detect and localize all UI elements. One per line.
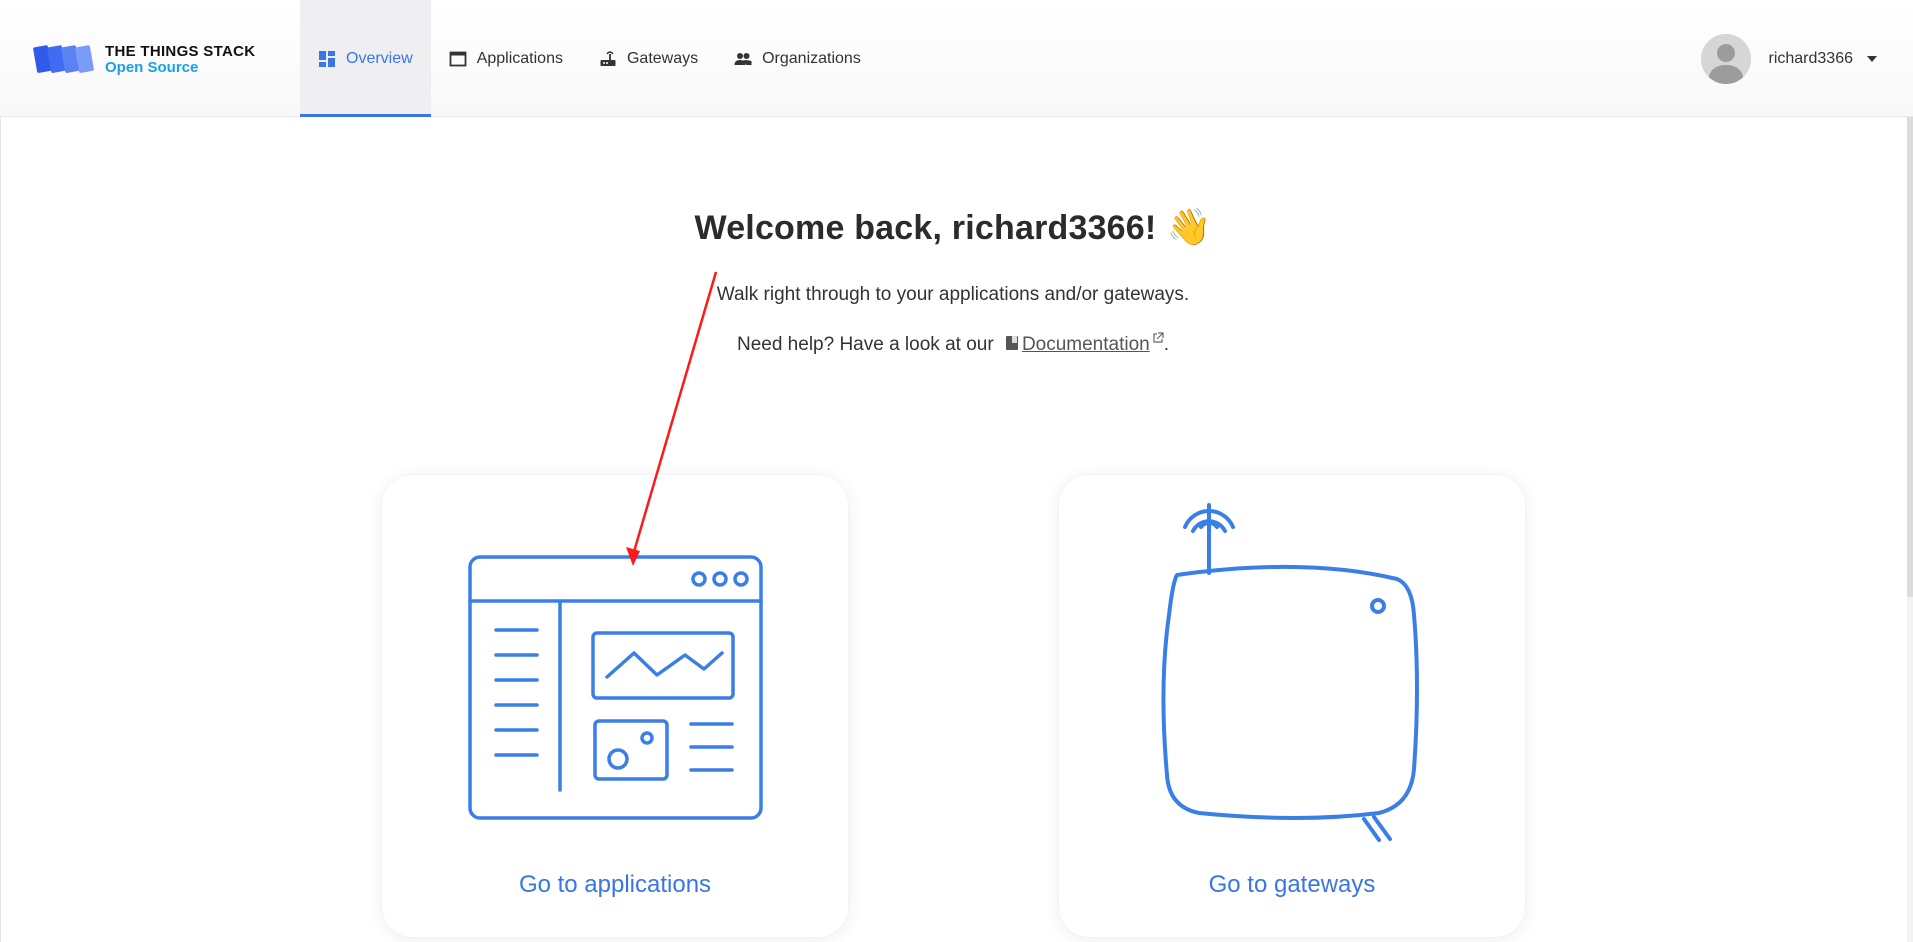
applications-card[interactable]: Go to applications <box>382 475 848 937</box>
nav-applications[interactable]: Applications <box>431 0 581 117</box>
external-link-icon <box>1153 332 1164 343</box>
documentation-link[interactable]: Documentation <box>1022 334 1150 355</box>
help-suffix: . <box>1163 334 1170 355</box>
application-window-icon <box>468 555 763 820</box>
user-name: richard3366 <box>1768 50 1854 67</box>
welcome-title: Welcome back, richard3366! <box>694 209 1157 247</box>
router-icon <box>600 50 616 66</box>
help-prefix: Need help? Have a look at our <box>736 334 994 355</box>
things-stack-logo-icon <box>33 45 94 73</box>
help-text: Need help? Have a look at our Documentat… <box>0 332 1906 356</box>
book-icon <box>1005 336 1018 350</box>
nav-organizations-label: Organizations <box>762 49 861 67</box>
gateway-device-icon <box>1161 503 1419 842</box>
brand-title: THE THINGS STACK <box>105 43 256 60</box>
red-arrow-annotation <box>626 271 718 566</box>
page-title: Welcome back, richard3366! 👋 <box>0 206 1906 248</box>
brand-logo[interactable]: THE THINGS STACK Open Source <box>33 40 263 80</box>
brand-subtitle: Open Source <box>105 59 199 76</box>
welcome-subtitle: Walk right through to your applications … <box>716 284 1190 305</box>
main-nav: Overview Applications Gateways Organizat… <box>300 0 879 117</box>
waving-hand-icon: 👋 <box>1166 206 1212 247</box>
page-left-border <box>0 0 1 942</box>
nav-gateways[interactable]: Gateways <box>581 0 716 117</box>
nav-gateways-label: Gateways <box>626 49 699 67</box>
welcome-section: Welcome back, richard3366! 👋 <box>0 206 1906 248</box>
nav-overview-label: Overview <box>346 49 413 67</box>
go-to-applications-link[interactable]: Go to applications <box>382 871 848 899</box>
person-avatar-icon <box>1700 34 1751 84</box>
scrollbar-thumb[interactable] <box>1907 117 1913 597</box>
gateways-card[interactable]: Go to gateways <box>1059 475 1525 937</box>
top-header: THE THINGS STACK Open Source Overview Ap… <box>0 0 1913 117</box>
people-icon <box>734 52 752 65</box>
nav-organizations[interactable]: Organizations <box>716 0 879 117</box>
window-icon <box>449 51 467 66</box>
nav-applications-label: Applications <box>476 49 563 67</box>
chevron-down-icon <box>1867 56 1877 62</box>
dashboard-icon <box>319 50 335 67</box>
go-to-gateways-link[interactable]: Go to gateways <box>1059 871 1525 899</box>
nav-overview[interactable]: Overview <box>300 0 431 117</box>
console-page: THE THINGS STACK Open Source Overview Ap… <box>0 0 1913 942</box>
user-menu[interactable]: richard3366 <box>1700 34 1877 84</box>
